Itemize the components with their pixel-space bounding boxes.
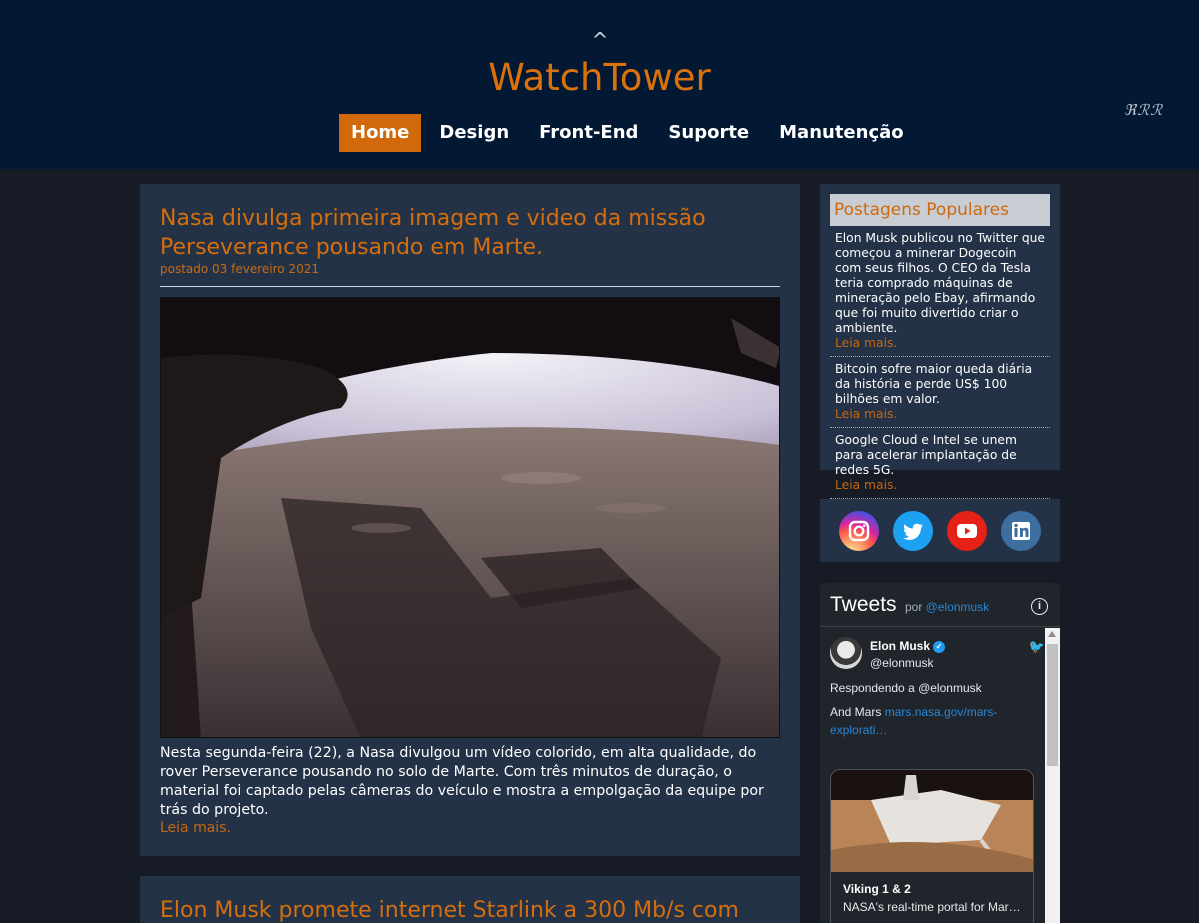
instagram-icon[interactable] xyxy=(839,510,879,551)
header-icons[interactable]: ℜℛℛ xyxy=(1124,101,1163,119)
read-more-link[interactable]: Leia mais. xyxy=(160,820,780,836)
article-excerpt: Nesta segunda-feira (22), a Nasa divulgo… xyxy=(160,745,764,818)
popular-post-text[interactable]: Google Cloud e Intel se unem para aceler… xyxy=(835,433,1017,477)
list-item: Bitcoin sofre maior queda diária da hist… xyxy=(830,357,1050,428)
popular-post-text[interactable]: Elon Musk publicou no Twitter que começo… xyxy=(835,231,1045,335)
timeline-scrollbar[interactable] xyxy=(1045,628,1060,923)
popular-posts-title: Postagens Populares xyxy=(830,194,1050,226)
by-label: por xyxy=(904,600,923,614)
info-icon[interactable]: i xyxy=(1031,598,1048,615)
timeline-handle-link[interactable]: @elonmusk xyxy=(926,600,990,614)
card-description: NASA's real-time portal for Mar… xyxy=(843,900,1021,914)
logo-caret-icon: ^ xyxy=(591,28,609,52)
tweet-reply-context: Respondendo a @elonmusk xyxy=(830,681,982,695)
social-links xyxy=(820,499,1060,562)
twitter-bird-icon[interactable]: 🐦 xyxy=(1029,639,1045,655)
article-date: postado 03 fevereiro 2021 xyxy=(160,262,319,276)
popular-post-text[interactable]: Bitcoin sofre maior queda diária da hist… xyxy=(835,362,1032,406)
nav-manutencao[interactable]: Manutenção xyxy=(767,114,916,152)
mars-photo-illustration xyxy=(161,298,779,737)
card-title: Viking 1 & 2 xyxy=(843,882,911,896)
twitter-icon[interactable] xyxy=(893,510,933,551)
nav-home[interactable]: Home xyxy=(339,114,422,152)
article-card: Nasa divulga primeira imagem e video da … xyxy=(140,184,800,856)
youtube-icon[interactable] xyxy=(947,510,987,551)
nav-front-end[interactable]: Front-End xyxy=(527,114,650,152)
tweet-link-card[interactable]: Viking 1 & 2 NASA's real-time portal for… xyxy=(830,769,1034,923)
list-item: Elon Musk publicou no Twitter que começo… xyxy=(830,226,1050,357)
linkedin-icon[interactable] xyxy=(1001,510,1041,551)
article-title[interactable]: Nasa divulga primeira imagem e video da … xyxy=(160,204,780,262)
card-image xyxy=(831,770,1033,874)
tweet-text: And Mars mars.nasa.gov/mars-explorati… xyxy=(830,705,998,737)
timeline-title: Tweets xyxy=(830,593,897,616)
tweet-author-name[interactable]: Elon Musk ✓ xyxy=(870,639,946,653)
read-more-link[interactable]: Leia mais. xyxy=(835,336,1045,351)
nav-design[interactable]: Design xyxy=(427,114,521,152)
popular-posts: Postagens Populares Elon Musk publicou n… xyxy=(820,184,1060,499)
scroll-up-arrow-icon[interactable] xyxy=(1048,631,1056,637)
read-more-link[interactable]: Leia mais. xyxy=(835,478,1045,493)
nav-suporte[interactable]: Suporte xyxy=(656,114,761,152)
main-nav: Home Design Front-End Suporte Manutenção xyxy=(339,114,922,152)
tweet-author-handle[interactable]: @elonmusk xyxy=(870,656,934,670)
site-logo[interactable]: WatchTower xyxy=(0,56,1199,99)
site-header: ^ WatchTower Home Design Front-End Supor… xyxy=(0,0,1199,169)
divider xyxy=(160,286,780,287)
article-title[interactable]: Elon Musk promete internet Starlink a 30… xyxy=(160,896,780,923)
avatar[interactable] xyxy=(830,637,862,669)
mars-landscape-photo xyxy=(160,297,780,738)
twitter-timeline: Tweets por @elonmusk i Elon Musk ✓ @elonm… xyxy=(820,583,1060,923)
scroll-thumb[interactable] xyxy=(1047,644,1058,766)
read-more-link[interactable]: Leia mais. xyxy=(835,407,1045,422)
verified-icon: ✓ xyxy=(933,641,946,653)
timeline-by: por @elonmusk xyxy=(905,600,989,614)
list-item: Google Cloud e Intel se unem para aceler… xyxy=(830,428,1050,499)
article-card: Elon Musk promete internet Starlink a 30… xyxy=(140,876,800,923)
timeline-header: Tweets por @elonmusk i xyxy=(820,583,1060,627)
